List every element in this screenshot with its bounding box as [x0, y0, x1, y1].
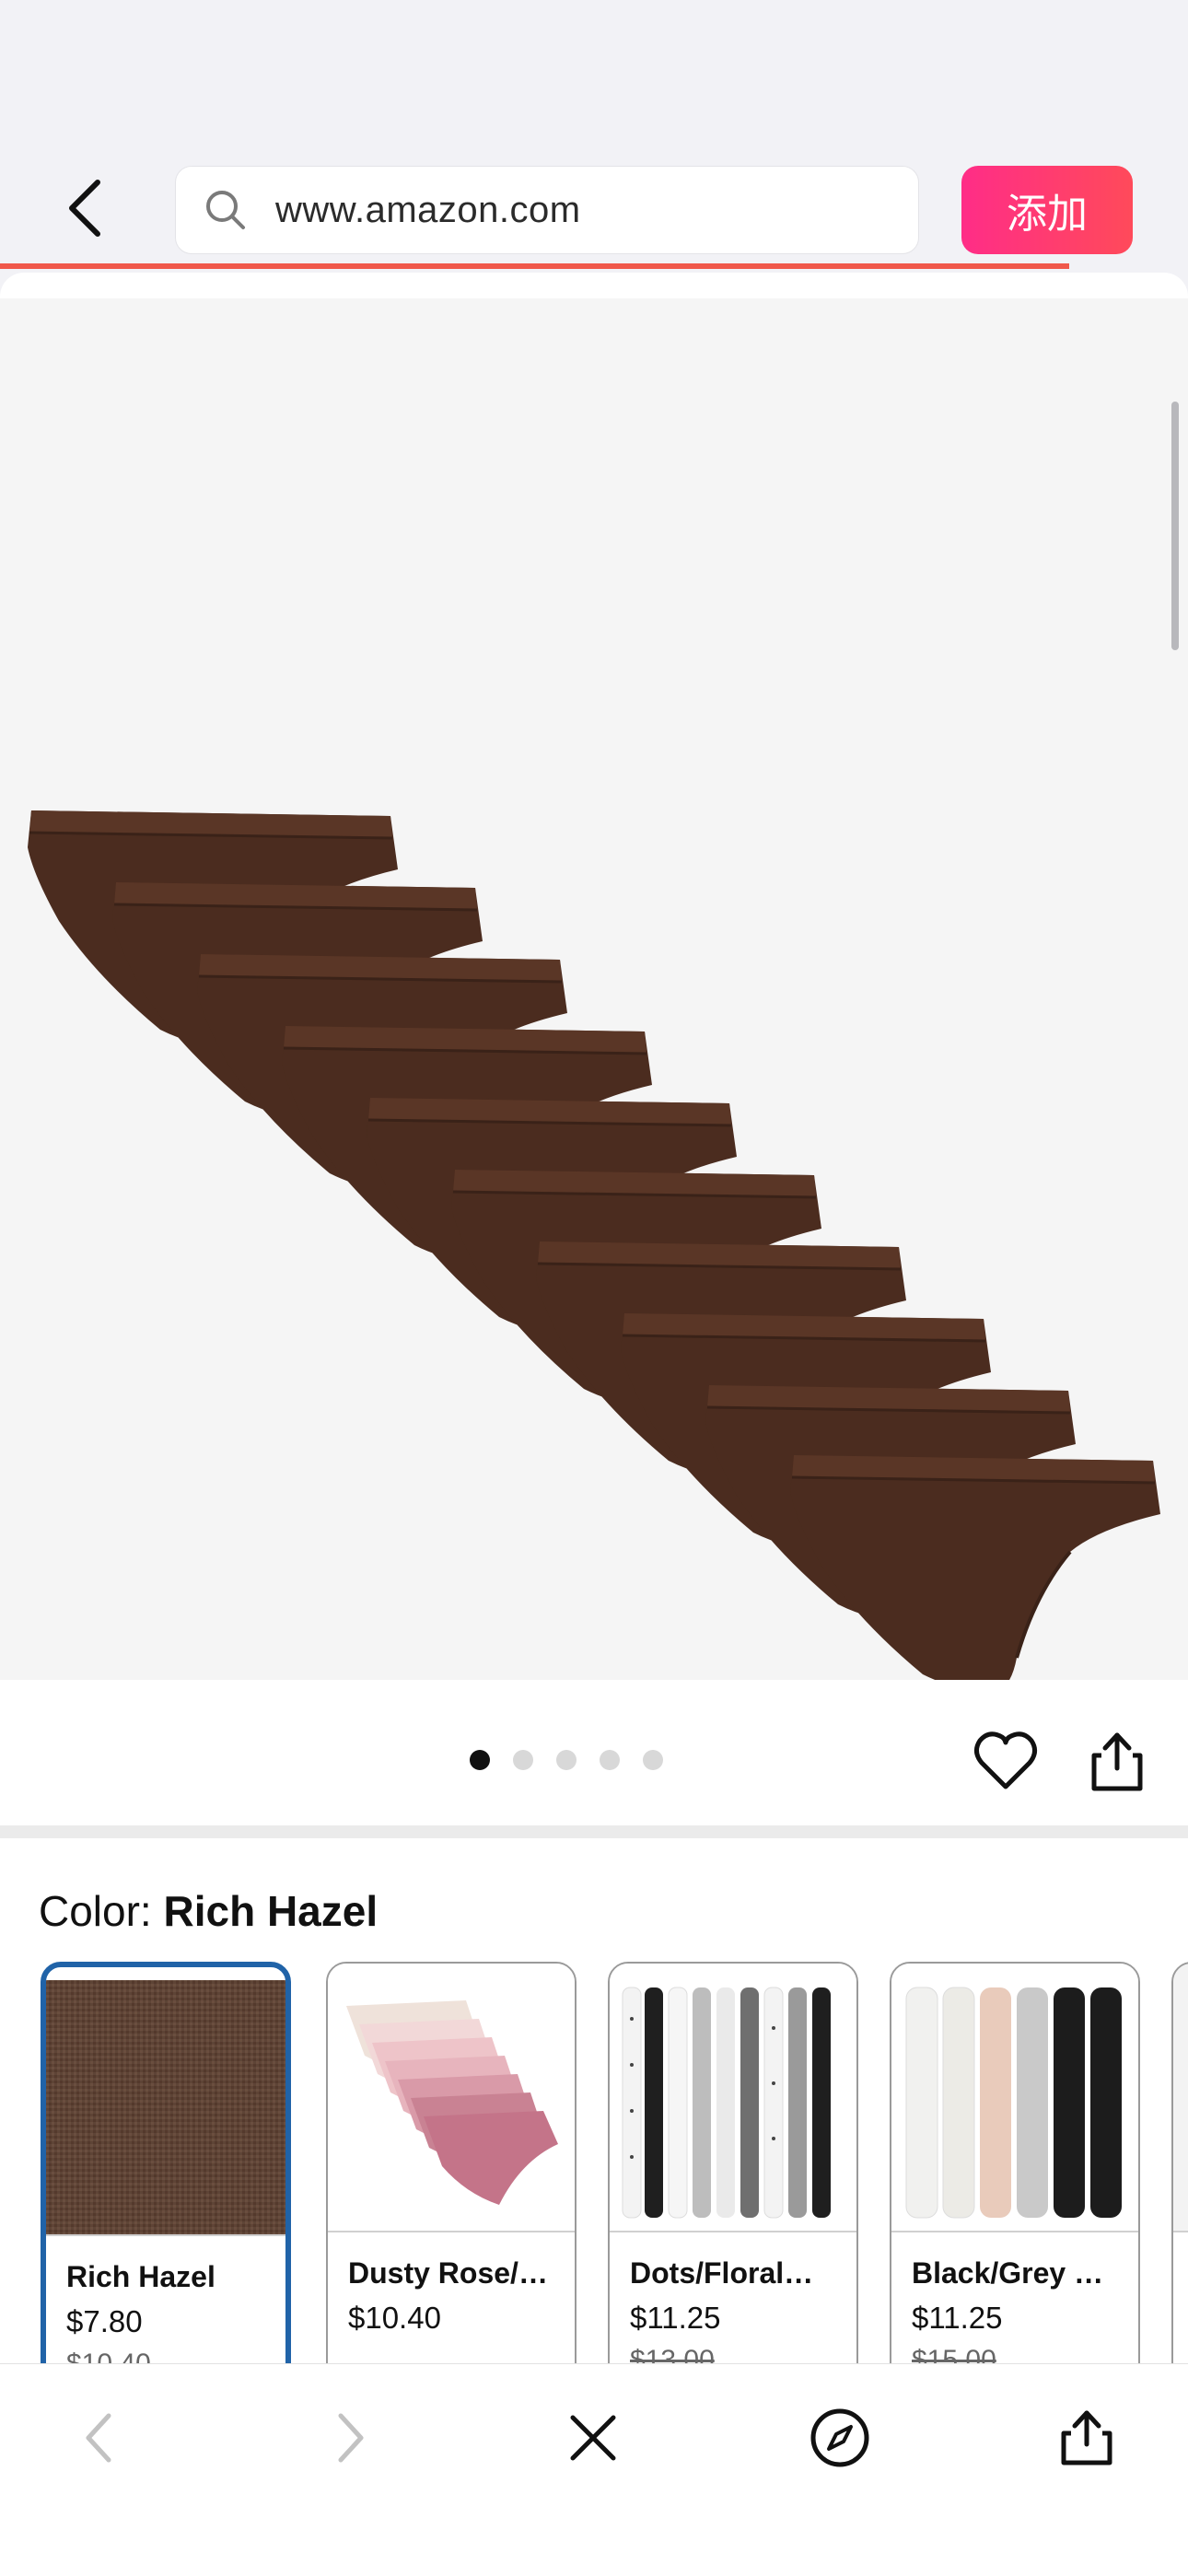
swatch-name: Dots/Floral… — [630, 2256, 814, 2290]
swatch-next-partial[interactable] — [1171, 1962, 1188, 2363]
carousel-dot[interactable] — [600, 1750, 620, 1770]
swatch-thumbnail — [1173, 1964, 1188, 2232]
share-button[interactable] — [1087, 1728, 1147, 1794]
nav-back-button[interactable] — [63, 2401, 136, 2475]
swatch-old-price: $15.00 — [912, 2345, 996, 2363]
swatch-old-price: $10.40 — [66, 2349, 151, 2363]
swatch-name: Rich Hazel — [66, 2260, 215, 2293]
product-stack — [26, 809, 1162, 1694]
url-text: www.amazon.com — [275, 189, 581, 230]
scrollbar[interactable] — [1171, 402, 1179, 650]
swatch-price: $10.40 — [348, 2301, 441, 2335]
product-image[interactable] — [0, 298, 1188, 1694]
share-icon — [1091, 1732, 1143, 1791]
favorite-button[interactable] — [973, 1728, 1039, 1794]
arrow-left-icon — [86, 2413, 111, 2463]
carousel-dot[interactable] — [470, 1750, 490, 1770]
arrow-right-icon — [338, 2413, 364, 2463]
color-swatch-list: Rich Hazel $7.80 $10.40 — [41, 1962, 1188, 2363]
nav-forward-button[interactable] — [313, 2401, 387, 2475]
carousel-dot[interactable] — [643, 1750, 663, 1770]
section-divider — [0, 1825, 1188, 1838]
product-photo — [26, 809, 1162, 1694]
page-load-progress — [0, 263, 1188, 269]
swatch-dusty-rose[interactable]: Dusty Rose/… $10.40 — [326, 1962, 577, 2363]
browser-top-bar: www.amazon.com 添加 — [0, 0, 1188, 269]
browser-bottom-toolbar — [0, 2363, 1188, 2576]
toolbar-share-button[interactable] — [1050, 2401, 1124, 2475]
close-icon — [570, 2415, 616, 2461]
swatch-price: $11.25 — [912, 2301, 1003, 2335]
color-selection-label: Color: Rich Hazel — [39, 1886, 378, 1936]
close-button[interactable] — [556, 2401, 630, 2475]
back-button[interactable] — [55, 171, 114, 245]
swatch-thumbnail — [891, 1964, 1138, 2232]
chevron-left-icon — [69, 180, 100, 237]
product-page: Color: Rich Hazel Rich Hazel $7.80 Dusty… — [0, 273, 1188, 2363]
swatch-dots-floral[interactable]: Dots/Floral… $11.25 $13.00 — [608, 1962, 858, 2363]
swatch-thumbnail — [46, 1967, 285, 2236]
carousel-dot[interactable] — [556, 1750, 577, 1770]
address-bar[interactable]: www.amazon.com — [175, 166, 919, 254]
swatch-thumbnail — [610, 1964, 856, 2232]
swatch-price: $11.25 — [630, 2301, 721, 2335]
swatch-rich-hazel[interactable]: Rich Hazel $7.80 $10.40 — [41, 1962, 291, 2363]
share-icon — [1061, 2410, 1112, 2465]
search-icon — [206, 191, 245, 229]
carousel-dot[interactable] — [513, 1750, 533, 1770]
swatch-price: $7.80 — [66, 2304, 143, 2338]
compass-icon — [810, 2408, 869, 2467]
add-button[interactable]: 添加 — [961, 166, 1133, 254]
swatch-thumbnail — [328, 1964, 575, 2232]
swatch-name: Dusty Rose/… — [348, 2256, 548, 2290]
color-value: Rich Hazel — [163, 1887, 379, 1935]
swatch-black-grey[interactable]: Black/Grey … $11.25 $15.00 — [890, 1962, 1140, 2363]
color-label: Color: — [39, 1887, 164, 1935]
swatch-old-price: $13.00 — [630, 2345, 715, 2363]
swatch-name: Black/Grey … — [912, 2256, 1104, 2290]
page-load-progress-fill — [0, 263, 1069, 269]
heart-icon — [974, 1731, 1037, 1789]
open-in-browser-button[interactable] — [803, 2401, 877, 2475]
